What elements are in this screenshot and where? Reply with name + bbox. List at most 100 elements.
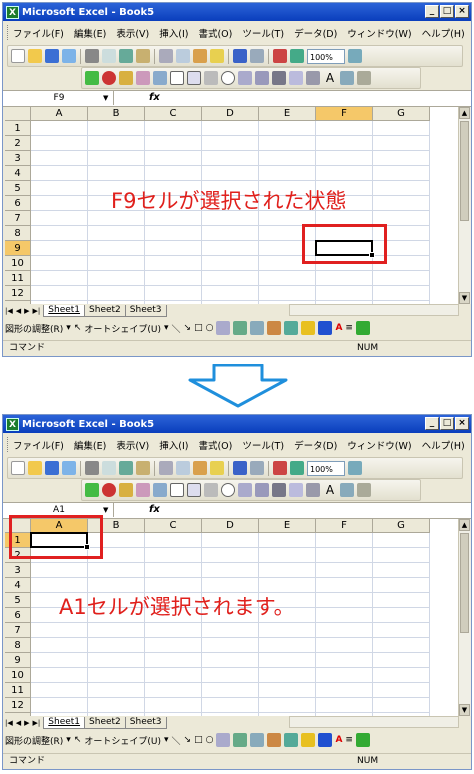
cell[interactable]	[373, 181, 430, 196]
toggle-button-icon[interactable]	[272, 71, 286, 85]
menu-data[interactable]: データ(D)	[294, 26, 337, 40]
cell[interactable]	[202, 166, 259, 181]
column-header-d[interactable]: D	[202, 519, 259, 533]
fx-icon[interactable]: fx	[149, 91, 160, 105]
image-control-icon[interactable]	[340, 71, 354, 85]
select-pointer-icon[interactable]: ↖	[74, 323, 82, 333]
properties-icon[interactable]	[136, 71, 150, 85]
column-header-g[interactable]: G	[373, 107, 430, 121]
cell[interactable]	[373, 698, 430, 713]
redo-icon[interactable]	[250, 461, 264, 475]
spin-button-icon[interactable]	[289, 71, 303, 85]
scrollbar-control-icon[interactable]	[306, 71, 320, 85]
tab-sheet3[interactable]: Sheet3	[124, 304, 167, 317]
column-header-e[interactable]: E	[259, 107, 316, 121]
combobox-icon[interactable]	[255, 483, 269, 497]
chevron-down-icon[interactable]: ▼	[103, 94, 108, 102]
cell[interactable]	[373, 286, 430, 301]
autoshape-menu[interactable]: オートシェイプ(U)	[84, 734, 161, 747]
column-header-e[interactable]: E	[259, 519, 316, 533]
cell[interactable]	[373, 593, 430, 608]
minimize-button[interactable]: _	[425, 417, 439, 430]
view-code-icon[interactable]	[153, 71, 167, 85]
cell[interactable]	[202, 653, 259, 668]
insert-hyperlink-icon[interactable]	[273, 461, 287, 475]
zoom-select[interactable]: 100%	[307, 48, 345, 64]
menu-help[interactable]: ヘルプ(H)	[422, 26, 465, 40]
picture-icon[interactable]	[284, 321, 299, 335]
open-icon[interactable]	[28, 461, 42, 475]
cell[interactable]	[145, 121, 202, 136]
row-header-10[interactable]: 10	[5, 668, 31, 683]
menu-view[interactable]: 表示(V)	[116, 26, 149, 40]
fill-color-icon[interactable]	[301, 733, 316, 747]
arrow-icon[interactable]: ↘	[184, 323, 192, 333]
insert-hyperlink-icon[interactable]	[273, 49, 287, 63]
tab-sheet2[interactable]: Sheet2	[84, 304, 126, 317]
cell[interactable]	[88, 271, 145, 286]
tab-nav-prev-icon[interactable]: ◀	[16, 719, 21, 727]
cell[interactable]	[373, 166, 430, 181]
menu-insert[interactable]: 挿入(I)	[159, 26, 188, 40]
cell[interactable]	[373, 151, 430, 166]
menu-file[interactable]: ファイル(F)	[13, 438, 64, 452]
cell[interactable]	[31, 638, 88, 653]
cell[interactable]	[316, 151, 373, 166]
button-control-icon[interactable]	[204, 71, 218, 85]
row-header-3[interactable]: 3	[5, 563, 31, 578]
undo-icon[interactable]	[233, 461, 247, 475]
cut-icon[interactable]	[159, 461, 173, 475]
picture-icon[interactable]	[284, 733, 299, 747]
cell[interactable]	[145, 533, 202, 548]
row-header-9[interactable]: 9	[5, 653, 31, 668]
cell[interactable]	[202, 136, 259, 151]
research-icon[interactable]	[136, 49, 150, 63]
column-header-a[interactable]: A	[31, 107, 88, 121]
autoshape-menu[interactable]: オートシェイプ(U)	[84, 322, 161, 335]
cell[interactable]	[373, 668, 430, 683]
cell[interactable]	[88, 668, 145, 683]
drawing-icon[interactable]	[290, 49, 304, 63]
row-header-11[interactable]: 11	[5, 683, 31, 698]
cell[interactable]	[202, 121, 259, 136]
more-controls-icon[interactable]	[357, 71, 371, 85]
clipart-icon[interactable]	[267, 733, 282, 747]
cell[interactable]	[316, 653, 373, 668]
close-button[interactable]: ×	[455, 5, 469, 18]
cell[interactable]	[259, 121, 316, 136]
cell[interactable]	[373, 548, 430, 563]
cell[interactable]	[31, 241, 88, 256]
cell[interactable]	[31, 256, 88, 271]
cell[interactable]	[88, 563, 145, 578]
scrollbar-control-icon[interactable]	[306, 483, 320, 497]
cell[interactable]	[202, 548, 259, 563]
cell[interactable]	[202, 563, 259, 578]
tab-nav-prev-icon[interactable]: ◀	[16, 307, 21, 315]
3d-style-icon[interactable]	[355, 321, 370, 335]
maximize-button[interactable]: □	[440, 5, 454, 18]
cell[interactable]	[373, 533, 430, 548]
drawing-icon[interactable]	[290, 461, 304, 475]
cell[interactable]	[202, 226, 259, 241]
textbox-control-icon[interactable]	[187, 483, 201, 497]
row-header-6[interactable]: 6	[5, 196, 31, 211]
rectangle-icon[interactable]: □	[194, 323, 203, 333]
checkbox-control-icon[interactable]	[170, 483, 184, 497]
tab-nav-next-icon[interactable]: ▶	[24, 307, 29, 315]
row-header-7[interactable]: 7	[5, 623, 31, 638]
cell[interactable]	[259, 698, 316, 713]
combobox-icon[interactable]	[255, 71, 269, 85]
scroll-down-icon[interactable]: ▼	[459, 292, 470, 304]
tab-nav-last-icon[interactable]: ▶|	[33, 307, 41, 315]
cell[interactable]	[31, 668, 88, 683]
select-all-corner[interactable]	[5, 107, 31, 121]
cell[interactable]	[145, 136, 202, 151]
row-header-5[interactable]: 5	[5, 181, 31, 196]
menu-help[interactable]: ヘルプ(H)	[422, 438, 465, 452]
cell[interactable]	[316, 121, 373, 136]
tab-sheet1[interactable]: Sheet1	[43, 304, 86, 317]
listbox-icon[interactable]	[238, 483, 252, 497]
draw-menu[interactable]: 図形の調整(R)	[5, 734, 63, 747]
save-icon[interactable]	[45, 49, 59, 63]
row-header-12[interactable]: 12	[5, 698, 31, 713]
